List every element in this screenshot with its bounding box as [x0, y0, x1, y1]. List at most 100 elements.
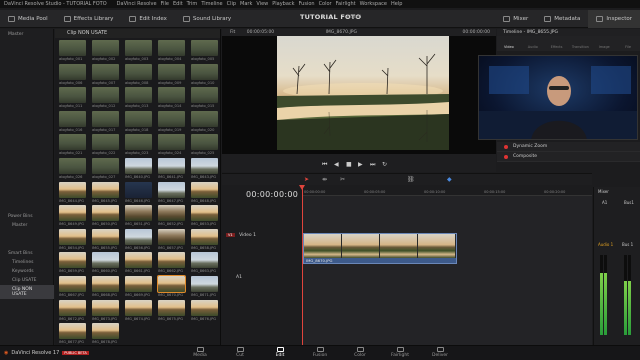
- sound-library-button[interactable]: Sound Library: [175, 10, 239, 28]
- media-pool-clip[interactable]: IMG_8644.JPG: [57, 181, 90, 205]
- link-icon[interactable]: ⛓: [407, 176, 415, 183]
- media-pool-clip[interactable]: IMG_8658.JPG: [189, 228, 222, 252]
- media-pool-clip[interactable]: alogfoto_006: [57, 63, 90, 87]
- media-pool-clip[interactable]: alogfoto_010: [189, 63, 222, 87]
- enable-dot-icon[interactable]: [504, 145, 508, 149]
- media-pool-clip[interactable]: IMG_8647.JPG: [156, 181, 189, 205]
- media-pool-clip[interactable]: IMG_8645.JPG: [90, 181, 123, 205]
- smart-bin-timelines[interactable]: Timelines: [0, 258, 54, 267]
- media-pool-clip[interactable]: IMG_8672.JPG: [57, 299, 90, 323]
- page-tab-fusion[interactable]: Fusion: [300, 347, 340, 358]
- media-pool-clip[interactable]: IMG_8653.JPG: [189, 204, 222, 228]
- metadata-button[interactable]: Metadata: [536, 10, 588, 28]
- media-pool-clip[interactable]: IMG_8655.JPG: [90, 228, 123, 252]
- media-pool-clip[interactable]: IMG_8675.JPG: [156, 299, 189, 323]
- media-pool-button[interactable]: Media Pool: [0, 10, 56, 28]
- media-pool-clip[interactable]: alogfoto_026: [57, 157, 90, 181]
- effects-library-button[interactable]: Effects Library: [56, 10, 122, 28]
- media-pool-clip[interactable]: alogfoto_007: [90, 63, 123, 87]
- smart-bin-keywords[interactable]: Keywords: [0, 267, 54, 276]
- media-pool-clip[interactable]: alogfoto_025: [189, 133, 222, 157]
- menu-fusion[interactable]: Fusion: [299, 0, 315, 8]
- page-tab-media[interactable]: Media: [180, 347, 220, 358]
- media-pool-clip[interactable]: alogfoto_021: [57, 133, 90, 157]
- media-pool-clip[interactable]: alogfoto_017: [90, 110, 123, 134]
- media-pool-clip[interactable]: alogfoto_019: [156, 110, 189, 134]
- smart-bin-clip-non-usate[interactable]: Clip NON USATE: [0, 285, 54, 299]
- inspector-tab-video[interactable]: Video: [497, 36, 521, 51]
- media-pool-clip[interactable]: IMG_8651.JPG: [123, 204, 156, 228]
- media-pool-clip[interactable]: alogfoto_027: [90, 157, 123, 181]
- media-pool-clip[interactable]: IMG_8673.JPG: [90, 299, 123, 323]
- inspector-tab-transition[interactable]: Transition: [568, 36, 592, 51]
- page-tab-deliver[interactable]: Deliver: [420, 347, 460, 358]
- stop-icon[interactable]: ■: [346, 161, 352, 168]
- inspector-tab-audio[interactable]: Audio: [521, 36, 545, 51]
- menu-fairlight[interactable]: Fairlight: [336, 0, 356, 8]
- media-pool-clip[interactable]: alogfoto_014: [156, 86, 189, 110]
- media-pool-clip[interactable]: alogfoto_009: [156, 63, 189, 87]
- menu-file[interactable]: File: [161, 0, 169, 8]
- media-pool-clip[interactable]: IMG_8678.JPG: [90, 322, 123, 346]
- media-pool-clip[interactable]: IMG_8670.JPG: [156, 274, 189, 299]
- menu-clip[interactable]: Clip: [227, 0, 236, 8]
- snap-icon[interactable]: ◆: [447, 176, 452, 183]
- media-pool-clip[interactable]: IMG_8640.JPG: [123, 157, 156, 181]
- inspector-tab-effects[interactable]: Effects: [545, 36, 569, 51]
- media-pool-clip[interactable]: IMG_8641.JPG: [156, 157, 189, 181]
- menu-color[interactable]: Color: [319, 0, 332, 8]
- media-pool-clip[interactable]: IMG_8661.JPG: [123, 251, 156, 275]
- enable-dot-icon[interactable]: [504, 155, 508, 159]
- media-pool-clip[interactable]: alogfoto_013: [123, 86, 156, 110]
- media-pool-clip[interactable]: alogfoto_005: [189, 39, 222, 63]
- media-pool-clip[interactable]: alogfoto_008: [123, 63, 156, 87]
- timeline-tracks[interactable]: [302, 196, 592, 345]
- edit-index-button[interactable]: Edit Index: [121, 10, 175, 28]
- step-back-icon[interactable]: ◀: [334, 161, 339, 168]
- media-pool-clip[interactable]: IMG_8656.JPG: [123, 228, 156, 252]
- media-pool-clip[interactable]: IMG_8646.JPG: [123, 181, 156, 205]
- media-pool-clip[interactable]: alogfoto_022: [90, 133, 123, 157]
- media-pool-clip[interactable]: alogfoto_003: [123, 39, 156, 63]
- menu-timeline[interactable]: Timeline: [201, 0, 222, 8]
- timeline-clip[interactable]: IMG_8670.JPG: [303, 233, 457, 264]
- skip-end-icon[interactable]: ⏭: [370, 161, 375, 169]
- media-pool-clip[interactable]: alogfoto_012: [90, 86, 123, 110]
- media-pool-clip[interactable]: alogfoto_002: [90, 39, 123, 63]
- menu-playback[interactable]: Playback: [272, 0, 294, 8]
- media-pool-clip[interactable]: IMG_8660.JPG: [90, 251, 123, 275]
- inspector-button[interactable]: Inspector: [588, 10, 640, 28]
- page-tab-color[interactable]: Color: [340, 347, 380, 358]
- media-pool-clip[interactable]: IMG_8657.JPG: [156, 228, 189, 252]
- media-pool-clip[interactable]: IMG_8667.JPG: [57, 275, 90, 299]
- media-pool-clip[interactable]: alogfoto_011: [57, 86, 90, 110]
- menu-davinci-resolve[interactable]: DaVinci Resolve: [117, 0, 157, 8]
- media-pool-clip[interactable]: IMG_8663.JPG: [189, 251, 222, 275]
- smart-bin-clip-usate[interactable]: Clip USATE: [0, 276, 54, 285]
- media-pool-clip[interactable]: IMG_8650.JPG: [90, 204, 123, 228]
- media-pool-clip[interactable]: IMG_8669.JPG: [123, 275, 156, 299]
- master-bin[interactable]: Master: [0, 29, 53, 40]
- play-icon[interactable]: ▶: [358, 161, 363, 168]
- playhead-handle[interactable]: [299, 185, 305, 190]
- media-pool-clip[interactable]: IMG_8649.JPG: [57, 204, 90, 228]
- media-pool-clip[interactable]: alogfoto_001: [57, 39, 90, 63]
- media-pool-clip[interactable]: IMG_8643.JPG: [189, 157, 222, 181]
- composite-row[interactable]: Composite: [497, 152, 640, 162]
- loop-icon[interactable]: ↻: [382, 161, 387, 168]
- media-pool-clip[interactable]: IMG_8671.JPG: [189, 275, 222, 299]
- page-tab-fairlight[interactable]: Fairlight: [380, 347, 420, 358]
- trim-tool-icon[interactable]: ⇹: [322, 176, 327, 183]
- media-pool-clip[interactable]: IMG_8654.JPG: [57, 228, 90, 252]
- media-pool-clip[interactable]: alogfoto_015: [189, 86, 222, 110]
- media-pool-clip[interactable]: alogfoto_018: [123, 110, 156, 134]
- dynamic-zoom-row[interactable]: Dynamic Zoom: [497, 142, 640, 152]
- playhead[interactable]: [302, 185, 303, 345]
- media-pool-clip[interactable]: IMG_8668.JPG: [90, 275, 123, 299]
- media-pool-clip[interactable]: IMG_8677.JPG: [57, 322, 90, 346]
- menu-workspace[interactable]: Workspace: [360, 0, 387, 8]
- media-pool-clip[interactable]: IMG_8648.JPG: [189, 181, 222, 205]
- page-tab-cut[interactable]: Cut: [220, 347, 260, 358]
- media-pool-clip[interactable]: alogfoto_020: [189, 110, 222, 134]
- media-pool-clip[interactable]: alogfoto_004: [156, 39, 189, 63]
